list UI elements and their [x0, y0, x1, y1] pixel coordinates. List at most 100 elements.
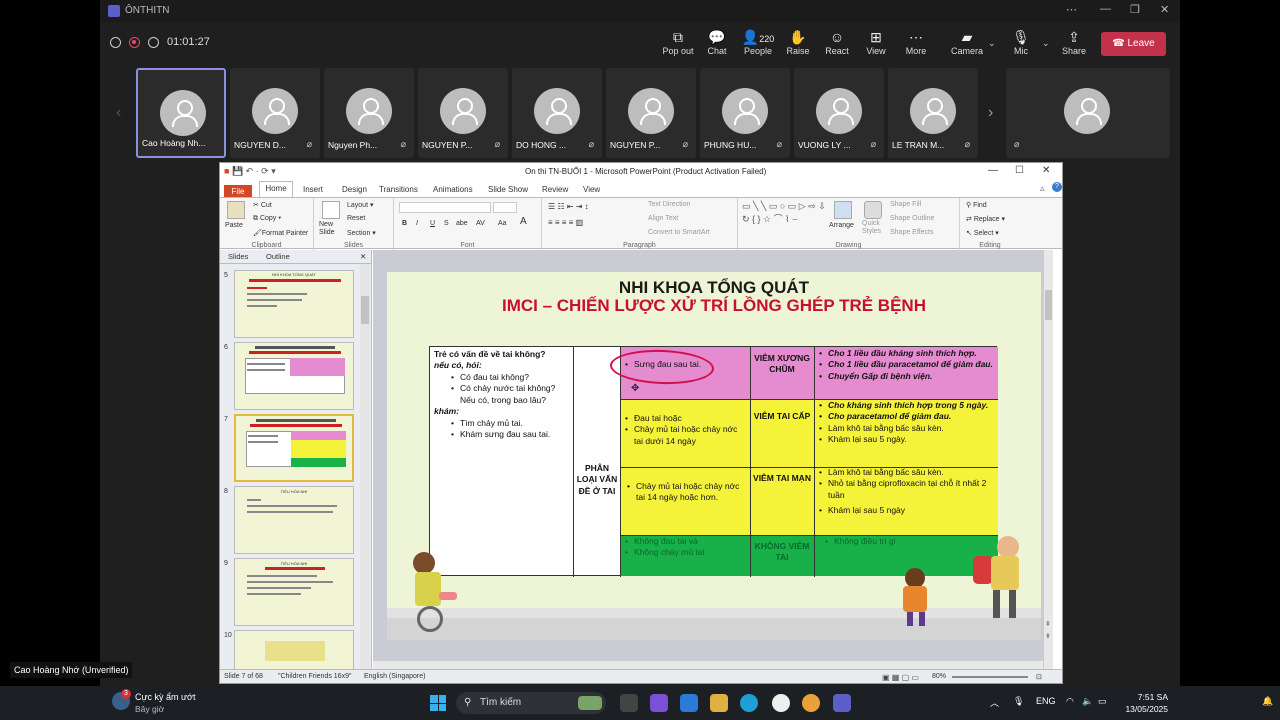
quick-styles-button[interactable]: Quick Styles [862, 220, 886, 236]
tab-view[interactable]: View [583, 185, 600, 194]
volume-icon[interactable]: 🔈 [1082, 696, 1093, 707]
edge-icon[interactable] [740, 694, 758, 712]
share-button[interactable]: ⇪ Share [1052, 28, 1096, 56]
quick-styles-icon[interactable] [864, 201, 882, 219]
cut-button[interactable]: ✂ Cut [253, 201, 272, 209]
tab-home[interactable]: Home [259, 181, 293, 197]
next-page-icon[interactable]: › [988, 104, 993, 122]
maximize-icon[interactable]: ❐ [1130, 3, 1140, 16]
font-size-select[interactable] [493, 202, 517, 213]
align-icons[interactable]: ≡ ≡ ≡ ≡ ▥ [548, 218, 583, 227]
new-slide-icon[interactable] [322, 201, 340, 219]
tab-insert[interactable]: Insert [303, 185, 323, 194]
participant-tile[interactable]: NGUYEN P... ⌀ [606, 68, 696, 158]
people-button[interactable]: 👤220 People [736, 28, 780, 56]
participant-tile[interactable]: Nguyen Ph... ⌀ [324, 68, 414, 158]
section-button[interactable]: Section ▾ [347, 229, 376, 237]
chrome-icon[interactable] [802, 694, 820, 712]
pop-out-button[interactable]: ⧉ Pop out [656, 28, 700, 56]
find-button[interactable]: ⚲ Find [966, 201, 987, 209]
current-slide[interactable]: NHI KHOA TỔNG QUÁT IMCI – CHIẾN LƯỢC XỬ … [387, 272, 1041, 640]
tray-chevron-icon[interactable]: ︿ [990, 696, 999, 709]
leave-button[interactable]: ☎ Leave [1101, 32, 1166, 56]
pane-close-icon[interactable]: ✕ [360, 252, 366, 261]
smartart-button[interactable]: Convert to SmartArt [648, 229, 710, 236]
ppt-minimize-icon[interactable]: — [988, 165, 998, 176]
tab-animations[interactable]: Animations [433, 185, 473, 194]
underline-button[interactable]: U [430, 220, 435, 227]
react-button[interactable]: ☺ React [815, 28, 859, 56]
reset-button[interactable]: Reset [347, 215, 365, 222]
select-button[interactable]: ↖ Select ▾ [966, 229, 999, 237]
shape-effects-button[interactable]: Shape Effects [890, 229, 933, 236]
participant-tile[interactable]: VUONG LY ... ⌀ [794, 68, 884, 158]
slide-thumbnail[interactable] [234, 342, 354, 410]
minimize-icon[interactable]: — [1100, 3, 1111, 15]
weather-widget[interactable]: Cực kỳ ẩm ướt Bây giờ [135, 691, 195, 715]
chat-button[interactable]: 💬 Chat [695, 28, 739, 56]
font-family-select[interactable] [399, 202, 491, 213]
mail-icon[interactable] [680, 694, 698, 712]
font-color-icon[interactable]: A [520, 216, 527, 227]
battery-icon[interactable]: ▭ [1098, 696, 1107, 707]
tab-design[interactable]: Design [342, 185, 367, 194]
view-buttons[interactable]: ▣ ▦ ▢ ▭ [882, 673, 919, 682]
participant-tile[interactable]: NGUYEN P... ⌀ [418, 68, 508, 158]
camera-button[interactable]: ▰ Camera [945, 28, 989, 56]
paste-icon[interactable] [227, 201, 245, 219]
text-direction-button[interactable]: Text Direction [648, 201, 690, 208]
slide-thumbnail-selected[interactable] [234, 414, 354, 482]
teams-icon[interactable] [833, 694, 851, 712]
more-button[interactable]: ⋯ More [894, 28, 938, 56]
shield-icon[interactable] [110, 36, 121, 48]
search-highlight-icon[interactable] [578, 696, 602, 710]
windows-start-icon[interactable] [430, 695, 446, 711]
shapes-gallery[interactable]: ▭ ╲ ╲ ▭ ○ ▭ ▷ ⇨ ⇩ ↻ { } ☆ ⌒ ⌇ ⌣ [742, 200, 826, 226]
info-icon[interactable] [148, 36, 159, 48]
format-painter-button[interactable]: 🖌Format Painter [253, 229, 308, 237]
ribbon-collapse-icon[interactable]: ▵ [1040, 183, 1045, 194]
slide-thumbnail[interactable]: TIÊU HÓA NHI [234, 558, 354, 626]
participant-tile[interactable]: NGUYEN D... ⌀ [230, 68, 320, 158]
copilot-icon[interactable] [650, 694, 668, 712]
arrange-button[interactable]: Arrange [829, 222, 854, 229]
copy-button[interactable]: ⧉ Copy ▾ [253, 215, 281, 223]
tab-slides[interactable]: Slides [228, 252, 248, 261]
mic-button[interactable]: 🎙 Mic [999, 28, 1043, 56]
quick-access-toolbar[interactable]: ■ 💾 ↶ · ⟳ ▾ [224, 166, 276, 177]
bullets-icon[interactable]: ☰ ☷ ⇤ ⇥ ↕ [548, 202, 589, 211]
tab-outline[interactable]: Outline [266, 252, 290, 261]
replace-button[interactable]: ⇄ Replace ▾ [966, 215, 1005, 223]
italic-button[interactable]: I [416, 220, 418, 227]
slide-thumbnail[interactable]: TIÊU HÓA NHI [234, 486, 354, 554]
align-text-button[interactable]: Align Text [648, 215, 678, 222]
task-view-icon[interactable] [620, 694, 638, 712]
strikethrough-button[interactable]: S [444, 220, 449, 227]
ppt-maximize-icon[interactable]: ☐ [1015, 165, 1024, 176]
char-spacing-button[interactable]: AV [476, 220, 485, 227]
fit-slide-icon[interactable]: ⊡ [1036, 673, 1042, 681]
participant-tile[interactable]: DO HONG ... ⌀ [512, 68, 602, 158]
bold-button[interactable]: B [402, 220, 407, 227]
slide-scrollbar[interactable]: ⇞ ⇟ [1043, 250, 1053, 670]
more-options-icon[interactable]: ⋯ [1066, 3, 1077, 16]
participant-tile[interactable]: LE TRAN M... ⌀ [888, 68, 978, 158]
slide-thumbnail[interactable]: NHI KHOA TỔNG QUÁT [234, 270, 354, 338]
zoom-slider[interactable] [952, 676, 1028, 678]
layout-button[interactable]: Layout ▾ [347, 201, 374, 209]
notifications-icon[interactable]: 🔔 [1262, 696, 1273, 707]
participant-tile[interactable]: PHUNG HU... ⌀ [700, 68, 790, 158]
taskbar-clock[interactable]: 7:51 SA 13/05/2025 [1118, 691, 1168, 715]
change-case-button[interactable]: Aa [498, 220, 507, 227]
slide-thumbnail[interactable] [234, 630, 354, 670]
mic-chevron-icon[interactable]: ⌄ [1042, 38, 1050, 49]
file-explorer-icon[interactable] [710, 694, 728, 712]
zalo-icon[interactable] [772, 694, 790, 712]
ppt-close-icon[interactable]: ✕ [1042, 165, 1050, 176]
wifi-icon[interactable]: ◠ [1066, 696, 1074, 707]
tab-review[interactable]: Review [542, 185, 568, 194]
prev-page-icon[interactable]: ‹ [116, 104, 121, 122]
view-button[interactable]: ⊞ View [854, 28, 898, 56]
close-icon[interactable]: ✕ [1160, 3, 1169, 16]
arrange-icon[interactable] [834, 201, 852, 219]
